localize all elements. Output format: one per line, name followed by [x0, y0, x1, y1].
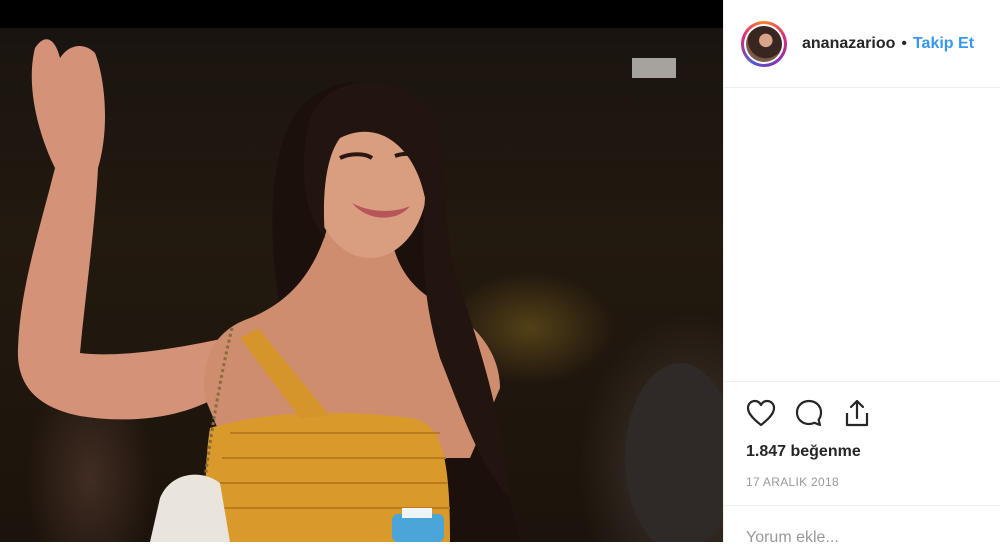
photo-illustration — [17, 39, 723, 542]
follow-button[interactable]: Takip Et — [913, 35, 974, 53]
post-header: ananazarioo • Takip Et — [724, 0, 1000, 88]
comments-area[interactable] — [724, 88, 1000, 382]
username-link[interactable]: ananazarioo — [802, 35, 895, 53]
heart-icon[interactable] — [744, 396, 778, 430]
post-date[interactable]: 17 ARALIK 2018 — [746, 475, 839, 489]
comment-input[interactable]: Yorum ekle... — [746, 529, 839, 547]
share-icon[interactable] — [840, 396, 874, 430]
comment-icon[interactable] — [792, 396, 826, 430]
likes-count[interactable]: 1.847 beğenme — [746, 443, 861, 461]
action-bar — [744, 396, 874, 430]
separator-dot: • — [901, 34, 907, 52]
avatar — [746, 25, 782, 62]
post-sidebar: ananazarioo • Takip Et 1.847 beğenme 17 … — [723, 0, 1000, 546]
story-ring[interactable] — [741, 20, 787, 67]
post-photo[interactable] — [0, 0, 723, 542]
photo-scene — [0, 28, 723, 542]
photo-top-band — [0, 0, 723, 28]
